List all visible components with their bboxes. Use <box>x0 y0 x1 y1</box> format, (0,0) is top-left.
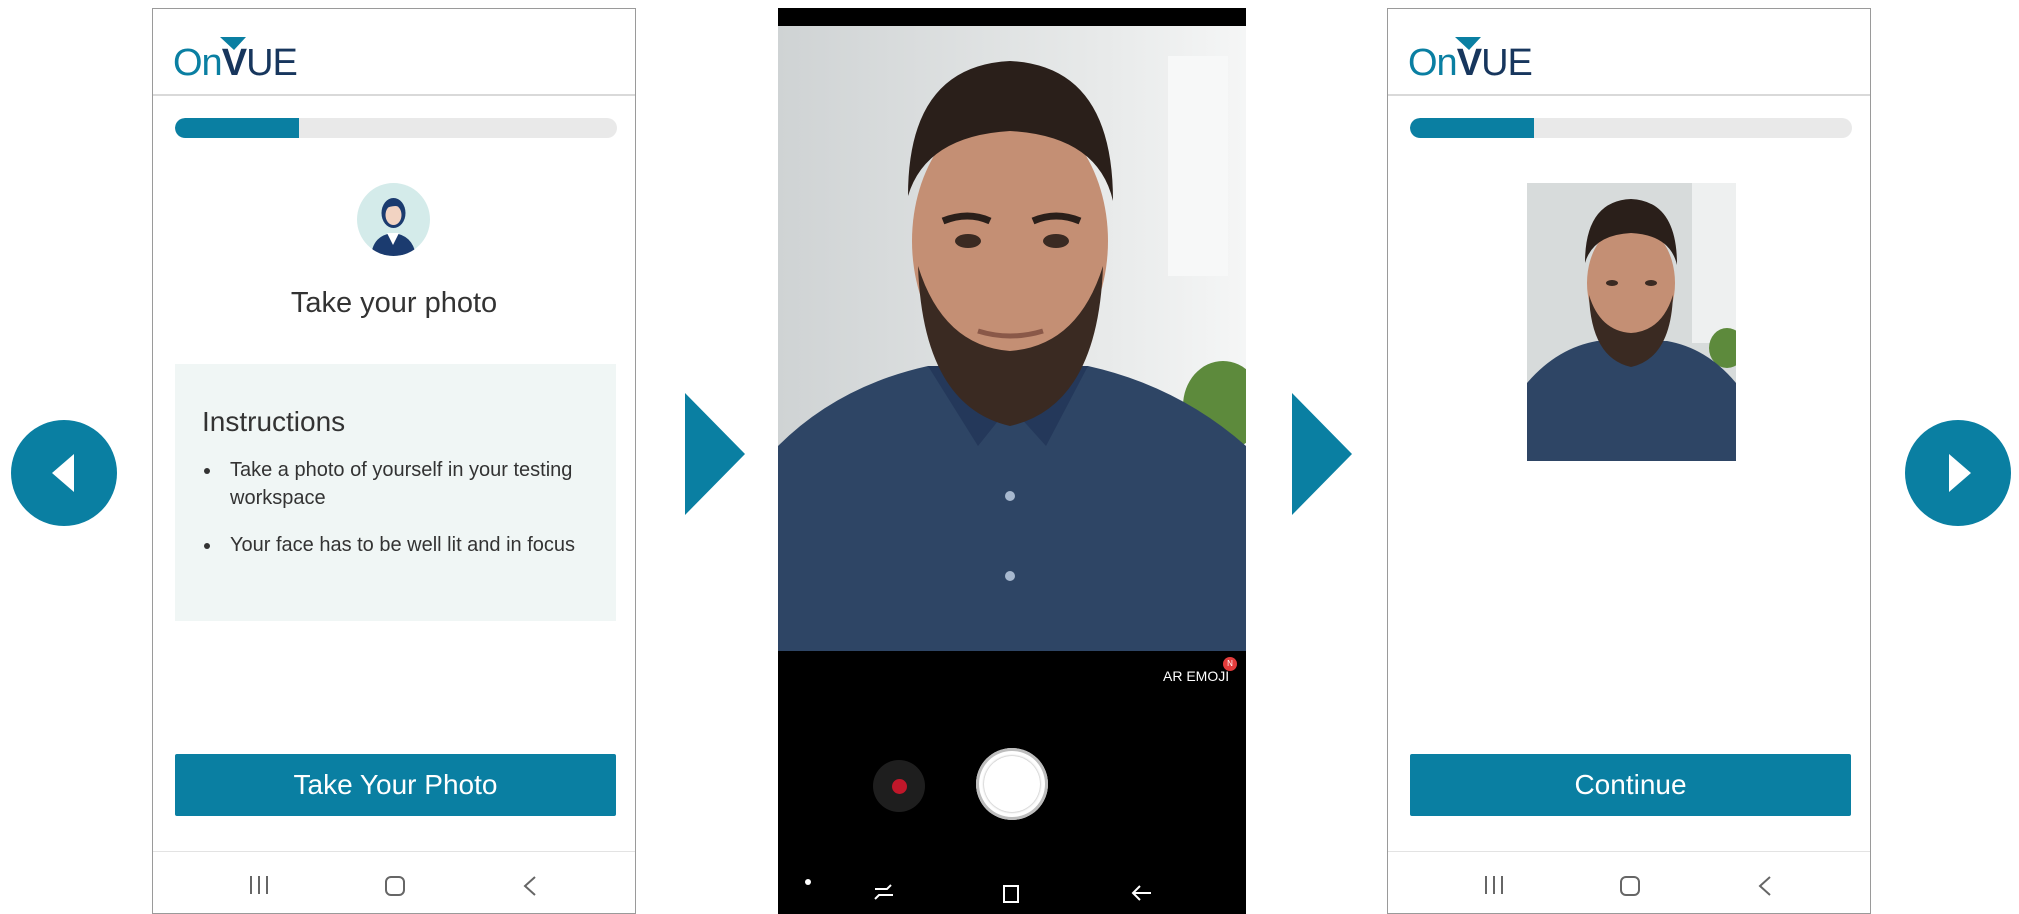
recent-apps-icon[interactable] <box>1483 875 1505 895</box>
instruction-item: Your face has to be well lit and in focu… <box>222 531 612 559</box>
new-badge: N <box>1223 657 1237 671</box>
recent-apps-icon[interactable] <box>873 883 895 903</box>
captured-photo <box>1527 183 1736 461</box>
nav-dot-icon <box>805 879 811 885</box>
app-header: OnVUE <box>153 9 635 96</box>
android-nav-bar <box>153 851 635 913</box>
avatar-icon <box>357 183 430 256</box>
carousel-prev-button[interactable] <box>11 420 117 526</box>
android-nav-bar <box>1388 851 1870 913</box>
instructions-title: Instructions <box>202 406 346 437</box>
progress-fill <box>1410 118 1534 138</box>
onvue-logo: OnVUE <box>173 37 298 87</box>
home-icon[interactable] <box>1619 875 1641 897</box>
step-arrow-icon <box>1292 393 1352 515</box>
logo-triangle-icon <box>1455 37 1481 50</box>
camera-viewfinder[interactable] <box>778 26 1246 651</box>
ar-emoji-button[interactable]: AR EMOJI <box>1163 668 1229 684</box>
instruction-item: Take a photo of yourself in your testing… <box>222 456 612 512</box>
camera-screen: AR EMOJI N <box>778 8 1246 914</box>
triangle-right-icon <box>1949 454 1971 492</box>
recent-apps-icon[interactable] <box>248 875 270 895</box>
step-arrow-icon <box>685 393 745 515</box>
triangle-left-icon <box>52 454 74 492</box>
back-icon[interactable] <box>521 875 539 897</box>
progress-fill <box>175 118 299 138</box>
record-dot-icon <box>892 779 907 794</box>
app-header: OnVUE <box>1388 9 1870 96</box>
onvue-logo: OnVUE <box>1408 37 1533 87</box>
progress-bar <box>175 118 617 138</box>
shutter-inner <box>984 756 1040 812</box>
shutter-button[interactable] <box>976 748 1048 820</box>
page-title: Take your photo <box>290 287 498 319</box>
record-video-button[interactable] <box>873 760 925 812</box>
take-photo-button[interactable]: Take Your Photo <box>175 754 616 816</box>
home-icon[interactable] <box>384 875 406 897</box>
progress-bar <box>1410 118 1852 138</box>
continue-button[interactable]: Continue <box>1410 754 1851 816</box>
phone-screen-instructions: OnVUE Take your photo Instructions Take … <box>152 8 636 914</box>
back-icon[interactable] <box>1131 884 1153 902</box>
carousel-next-button[interactable] <box>1905 420 2011 526</box>
instructions-panel: Instructions Take a photo of yourself in… <box>175 364 616 621</box>
phone-screen-review: OnVUE Continue <box>1387 8 1871 914</box>
instructions-list: Take a photo of yourself in your testing… <box>202 456 612 578</box>
home-icon[interactable] <box>1002 882 1024 904</box>
logo-triangle-icon <box>220 37 246 50</box>
back-icon[interactable] <box>1756 875 1774 897</box>
